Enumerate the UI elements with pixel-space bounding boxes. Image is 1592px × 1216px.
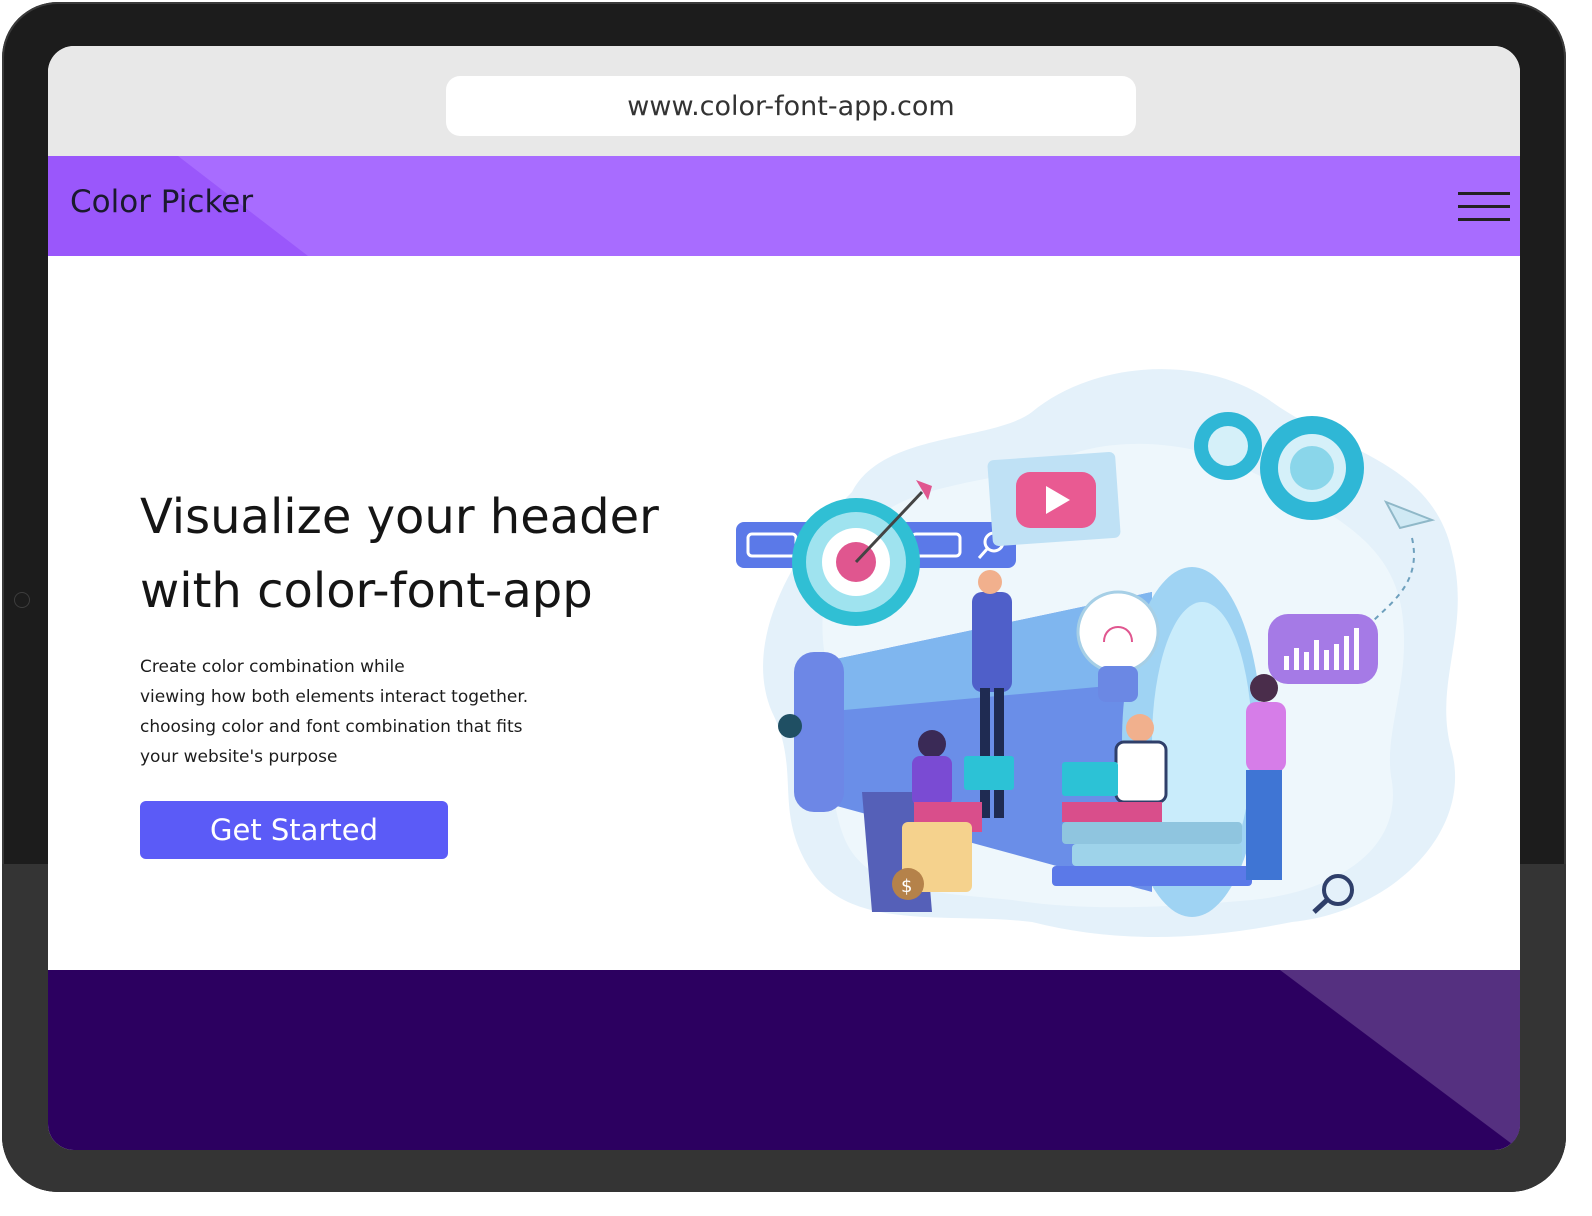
money-bag-icon: $ bbox=[892, 868, 924, 900]
tablet-screen: www.color-font-app.com Color Picker Visu… bbox=[48, 46, 1520, 1150]
get-started-button[interactable]: Get Started bbox=[140, 801, 448, 859]
description-line-4: your website's purpose bbox=[140, 747, 338, 767]
description-line-2: viewing how both elements interact toget… bbox=[140, 687, 529, 707]
device-side-sensor bbox=[14, 592, 30, 608]
footer-band bbox=[48, 970, 1520, 1150]
hero-section: Visualize your header with color-font-ap… bbox=[48, 256, 1520, 970]
hero-headline: Visualize your header with color-font-ap… bbox=[140, 480, 700, 628]
footer-shade bbox=[1280, 970, 1520, 1150]
play-icon bbox=[1016, 472, 1096, 528]
hero-description: Create color combination while viewing h… bbox=[140, 652, 610, 772]
hero-headline-line-1: Visualize your header bbox=[140, 489, 659, 545]
description-line-1: Create color combination while bbox=[140, 657, 405, 677]
address-bar[interactable]: www.color-font-app.com bbox=[446, 76, 1136, 136]
brand-logo-text[interactable]: Color Picker bbox=[70, 184, 253, 220]
svg-text:$: $ bbox=[901, 876, 912, 897]
marketing-illustration: $ bbox=[736, 369, 1458, 938]
site-navbar: Color Picker bbox=[48, 156, 1520, 256]
hamburger-menu-icon[interactable] bbox=[1458, 192, 1510, 222]
browser-toolbar: www.color-font-app.com bbox=[48, 46, 1520, 156]
hero-headline-line-2: with color-font-app bbox=[140, 563, 593, 619]
description-line-3: choosing color and font combination that… bbox=[140, 717, 523, 737]
tablet-device-frame: www.color-font-app.com Color Picker Visu… bbox=[2, 2, 1566, 1192]
